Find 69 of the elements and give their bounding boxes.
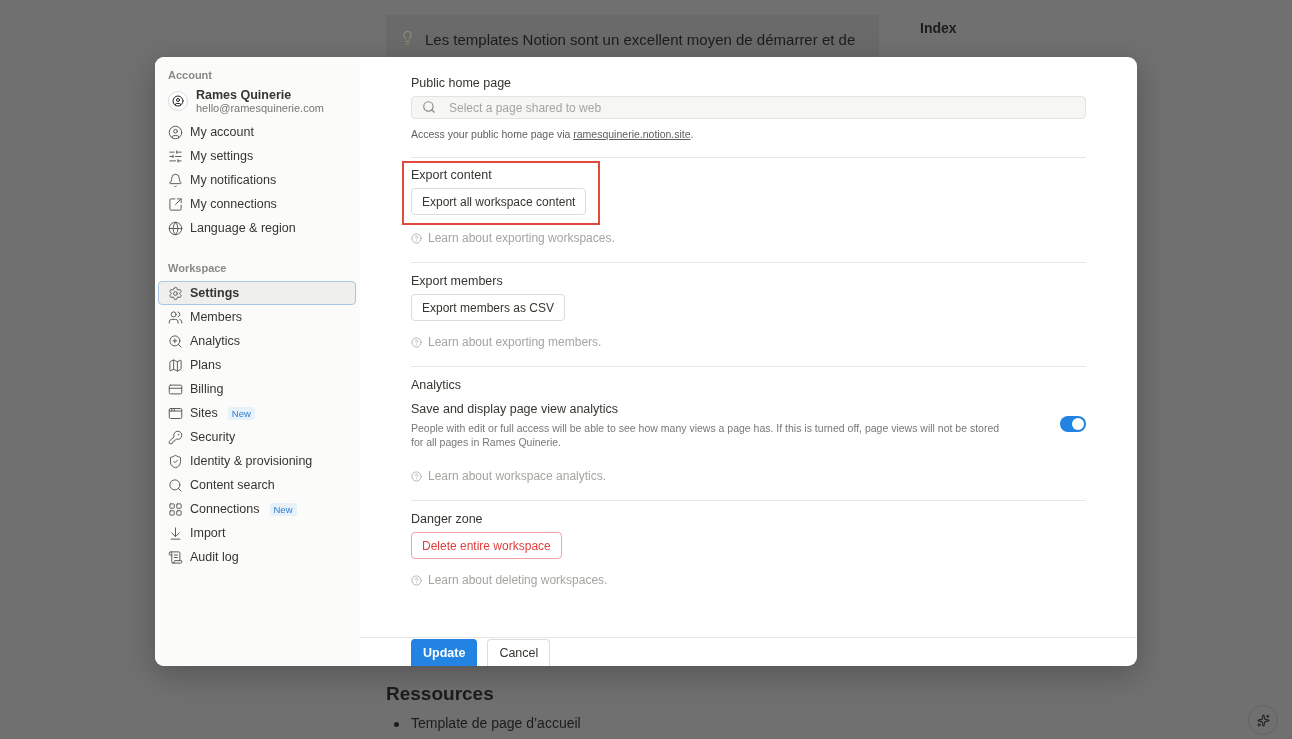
people-icon: [168, 309, 183, 325]
delete-button[interactable]: Delete entire workspace: [411, 532, 562, 559]
sidebar-item[interactable]: Connections New: [158, 497, 356, 521]
download-icon: [168, 525, 183, 541]
sidebar-item[interactable]: My notifications: [158, 168, 356, 192]
bell-icon: [168, 172, 183, 188]
account-email: hello@ramesquinerie.com: [196, 102, 324, 114]
sidebar-item[interactable]: Sites New: [158, 401, 356, 425]
help-icon: [411, 574, 422, 586]
note-text: Access your public home page via ramesquinerie.notion.site.: [411, 128, 694, 140]
scroll-icon: [168, 549, 183, 565]
export-button[interactable]: Export all workspace content: [411, 188, 587, 215]
lightbulb-icon: [400, 30, 415, 45]
grid-icon: [168, 501, 183, 517]
export-button[interactable]: Export members as CSV: [411, 294, 566, 321]
setting-label: Save and display page view analytics: [411, 402, 620, 416]
sidebar-item[interactable]: Import: [158, 521, 356, 545]
user-circle-icon: [168, 124, 183, 140]
sidebar-item[interactable]: Billing: [158, 377, 356, 401]
sidebar-item[interactable]: Settings: [158, 281, 356, 305]
site-link[interactable]: ramesquinerie.notion.site: [573, 128, 691, 140]
window-icon: [168, 405, 183, 421]
new-badge: New: [227, 406, 255, 420]
ai-button[interactable]: [1248, 705, 1278, 735]
globe-icon: [168, 220, 183, 236]
sidebar-item[interactable]: My account: [158, 120, 356, 144]
section-title: Danger zone: [411, 512, 483, 526]
cancel-button[interactable]: Cancel: [487, 639, 551, 666]
sidebar-item[interactable]: Audit log: [158, 545, 356, 569]
card-icon: [168, 381, 183, 397]
index-title: Index: [920, 20, 958, 36]
sparkle-icon: [1256, 713, 1270, 727]
section-title: Analytics: [411, 378, 462, 392]
sidebar-item[interactable]: Identity & provisioning: [158, 449, 356, 473]
sidebar-item[interactable]: Language & region: [158, 216, 356, 240]
avatar: [168, 91, 188, 111]
help-icon: [411, 336, 422, 348]
sidebar-item[interactable]: Analytics: [158, 329, 356, 353]
new-badge: New: [269, 502, 297, 516]
zoom-in-icon: [168, 333, 183, 349]
sidebar-heading: Workspace: [167, 262, 228, 274]
key-icon: [168, 429, 183, 445]
toggle-switch[interactable]: [1060, 415, 1086, 432]
shield-check-icon: [168, 453, 183, 469]
help-icon: [411, 470, 422, 482]
sidebar-heading: Account: [167, 69, 213, 81]
account-name: Rames Quinerie: [196, 88, 293, 102]
search-icon: [168, 477, 183, 493]
sidebar-item[interactable]: My connections: [158, 192, 356, 216]
map-icon: [168, 357, 183, 373]
arrow-square-icon: [168, 196, 183, 212]
sidebar-item[interactable]: Security: [158, 425, 356, 449]
sidebar-item[interactable]: My settings: [158, 144, 356, 168]
search-field[interactable]: Select a page shared to web: [411, 96, 1086, 119]
section-title: Export members: [411, 274, 503, 288]
sliders-icon: [168, 148, 183, 164]
sidebar-item[interactable]: Plans: [158, 353, 356, 377]
section-heading: Ressources: [386, 683, 494, 704]
sidebar-item[interactable]: Members: [158, 305, 356, 329]
bullet-item: Template de page d’accueil: [394, 715, 879, 731]
setting-description: People with edit or full access will be able to see how many views a page has. If this is turned off, page views will not be stored for all pages in Rames Quinerie.: [411, 421, 1001, 449]
update-button[interactable]: Update: [411, 639, 478, 666]
help-icon: [411, 232, 422, 244]
settings-icon: [168, 285, 183, 301]
search-icon: [422, 100, 436, 114]
sidebar-item[interactable]: Content search: [158, 473, 356, 497]
callout-text: Les templates Notion sont un excellent moyen de démarrer et de: [425, 30, 856, 50]
section-title: Export content: [411, 168, 492, 182]
section-title: Public home page: [411, 76, 512, 90]
